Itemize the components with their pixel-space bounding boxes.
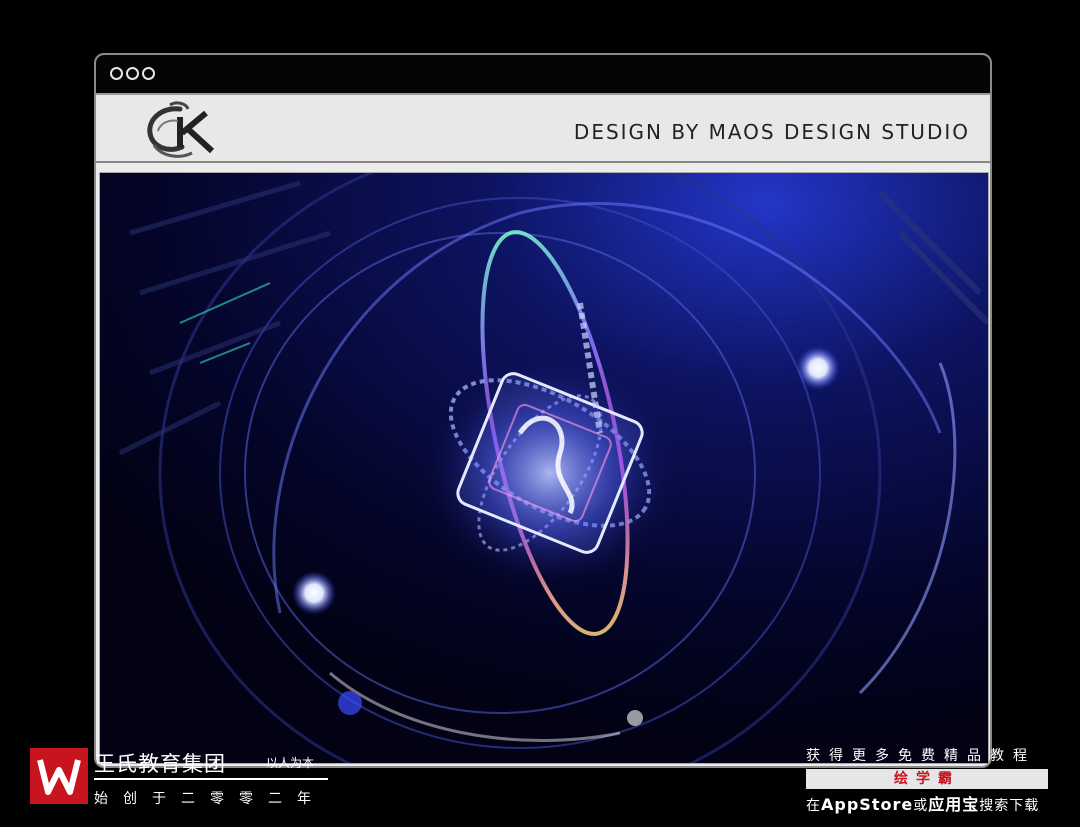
close-button[interactable]	[110, 67, 123, 80]
promo-line: 获得更多免费精品教程	[806, 748, 1036, 764]
scene-image	[100, 173, 988, 763]
group-slogan: 以人为本	[266, 756, 315, 770]
founded-text: 始创于二零零二年	[94, 791, 326, 807]
download-hint: 在AppStore或应用宝搜索下载	[806, 795, 1040, 814]
app-name-badge: 绘学霸	[806, 769, 1048, 789]
header-bar: DESIGN BY MAOS DESIGN STUDIO	[96, 95, 990, 163]
render-viewport	[99, 172, 989, 764]
group-name: 王氏教育集团	[94, 752, 226, 776]
window-controls	[110, 67, 155, 80]
minimize-button[interactable]	[126, 67, 139, 80]
wangs-watermark: 王氏教育集团 以人为本 始创于二零零二年	[30, 748, 335, 810]
studio-logo	[147, 101, 215, 158]
title-bar	[96, 55, 990, 95]
app-promo: 获得更多免费精品教程 绘学霸 在AppStore或应用宝搜索下载	[806, 745, 1050, 814]
wangs-logo-icon	[30, 748, 88, 804]
app-window: DESIGN BY MAOS DESIGN STUDIO	[94, 53, 992, 768]
studio-credit: DESIGN BY MAOS DESIGN STUDIO	[573, 120, 970, 144]
divider	[94, 778, 328, 780]
maximize-button[interactable]	[142, 67, 155, 80]
